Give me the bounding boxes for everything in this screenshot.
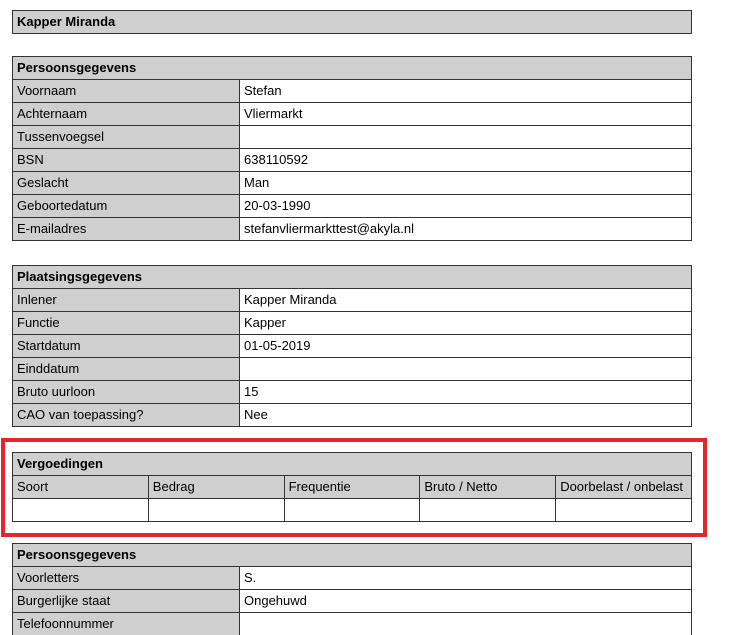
title-block: Kapper Miranda: [12, 10, 692, 34]
field-label: Geslacht: [13, 172, 240, 194]
field-value: 15: [240, 381, 691, 403]
field-label: CAO van toepassing?: [13, 404, 240, 426]
table-row: Inlener Kapper Miranda: [13, 288, 691, 311]
field-value: 20-03-1990: [240, 195, 691, 217]
field-label: Einddatum: [13, 358, 240, 380]
table-row: Voornaam Stefan: [13, 79, 691, 102]
field-label: Geboortedatum: [13, 195, 240, 217]
field-label: Voorletters: [13, 567, 240, 589]
field-label: E-mailadres: [13, 218, 240, 240]
field-label: Bruto uurloon: [13, 381, 240, 403]
personal-section-header: Persoonsgegevens: [13, 57, 691, 79]
field-value: Stefan: [240, 80, 691, 102]
personal-section-2-header: Persoonsgegevens: [13, 544, 691, 566]
table-row: Achternaam Vliermarkt: [13, 102, 691, 125]
field-value: 01-05-2019: [240, 335, 691, 357]
field-label: Achternaam: [13, 103, 240, 125]
table-row: CAO van toepassing? Nee: [13, 403, 691, 426]
table-row: Telefoonnummer: [13, 612, 691, 635]
table-row: Functie Kapper: [13, 311, 691, 334]
field-label: Telefoonnummer: [13, 613, 240, 635]
field-label: Burgerlijke staat: [13, 590, 240, 612]
field-value: Vliermarkt: [240, 103, 691, 125]
field-label: BSN: [13, 149, 240, 171]
field-label: Inlener: [13, 289, 240, 311]
personal-section-2: Persoonsgegevens Voorletters S. Burgerli…: [12, 543, 692, 635]
field-value: Ongehuwd: [240, 590, 691, 612]
table-row: Geboortedatum 20-03-1990: [13, 194, 691, 217]
field-value: Man: [240, 172, 691, 194]
field-value: Kapper Miranda: [240, 289, 691, 311]
highlight-box: [1, 438, 707, 537]
table-row: Voorletters S.: [13, 566, 691, 589]
field-value: 638110592: [240, 149, 691, 171]
field-value: Kapper: [240, 312, 691, 334]
table-row: Burgerlijke staat Ongehuwd: [13, 589, 691, 612]
table-row: Startdatum 01-05-2019: [13, 334, 691, 357]
table-row: Bruto uurloon 15: [13, 380, 691, 403]
table-row: Geslacht Man: [13, 171, 691, 194]
field-value: [240, 358, 691, 380]
personal-section: Persoonsgegevens Voornaam Stefan Achtern…: [12, 56, 692, 241]
email-value: stefanvliermarkttest@akyla.nl: [240, 218, 691, 240]
field-value: [240, 613, 691, 635]
page-title: Kapper Miranda: [13, 11, 691, 33]
field-label: Voornaam: [13, 80, 240, 102]
field-value: Nee: [240, 404, 691, 426]
placement-section-header: Plaatsingsgegevens: [13, 266, 691, 288]
table-row: Einddatum: [13, 357, 691, 380]
table-row: BSN 638110592: [13, 148, 691, 171]
field-label: Functie: [13, 312, 240, 334]
field-value: [240, 126, 691, 148]
table-row: Tussenvoegsel: [13, 125, 691, 148]
placement-section: Plaatsingsgegevens Inlener Kapper Mirand…: [12, 265, 692, 427]
field-value: S.: [240, 567, 691, 589]
field-label: Startdatum: [13, 335, 240, 357]
table-row: E-mailadres stefanvliermarkttest@akyla.n…: [13, 217, 691, 240]
field-label: Tussenvoegsel: [13, 126, 240, 148]
